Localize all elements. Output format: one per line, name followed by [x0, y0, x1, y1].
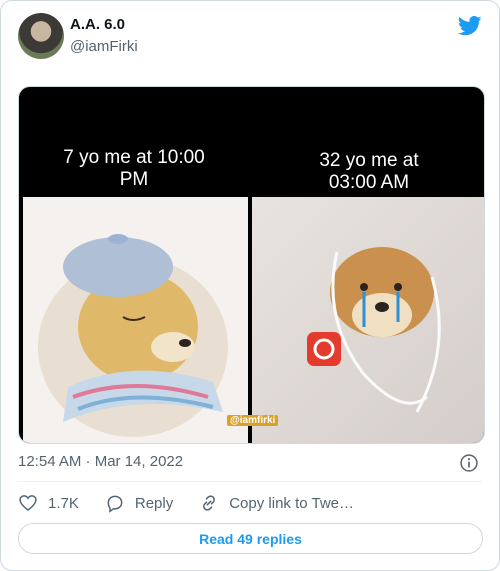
crying-doge-image	[252, 197, 484, 443]
tweet-media[interactable]: 7 yo me at 10:00 PM 32 yo me at 03:00 AM	[18, 86, 485, 444]
divider	[18, 481, 482, 482]
info-icon[interactable]	[459, 453, 479, 473]
twitter-bird-icon[interactable]	[458, 16, 482, 36]
tweet-card: A.A. 6.0 @iamFirki 7 yo me at 10:00 PM 3…	[0, 0, 500, 571]
reply-button[interactable]: Reply	[105, 493, 173, 513]
copy-link-button[interactable]: Copy link to Twe…	[199, 493, 354, 513]
author-name[interactable]: A.A. 6.0	[70, 16, 125, 33]
reply-icon	[107, 495, 123, 513]
copy-link-label: Copy link to Twe…	[229, 494, 354, 512]
tweet-timestamp[interactable]: 12:54 AM · Mar 14, 2022	[18, 453, 183, 470]
tweet-actions: 1.7K Reply Copy link to Twe…	[18, 491, 380, 515]
sleeping-doge-image	[23, 197, 248, 443]
like-count: 1.7K	[48, 494, 79, 512]
media-watermark: @iamfirki	[227, 415, 279, 426]
heart-icon	[19, 495, 37, 512]
like-button[interactable]: 1.7K	[18, 493, 79, 513]
read-replies-button[interactable]: Read 49 replies	[18, 523, 483, 554]
avatar[interactable]	[18, 13, 64, 59]
media-caption-right: 32 yo me at 03:00 AM	[319, 150, 419, 193]
author-handle[interactable]: @iamFirki	[70, 38, 138, 55]
reply-label: Reply	[134, 494, 174, 512]
media-caption-left: 7 yo me at 10:00 PM	[63, 147, 205, 190]
link-icon	[203, 495, 216, 511]
